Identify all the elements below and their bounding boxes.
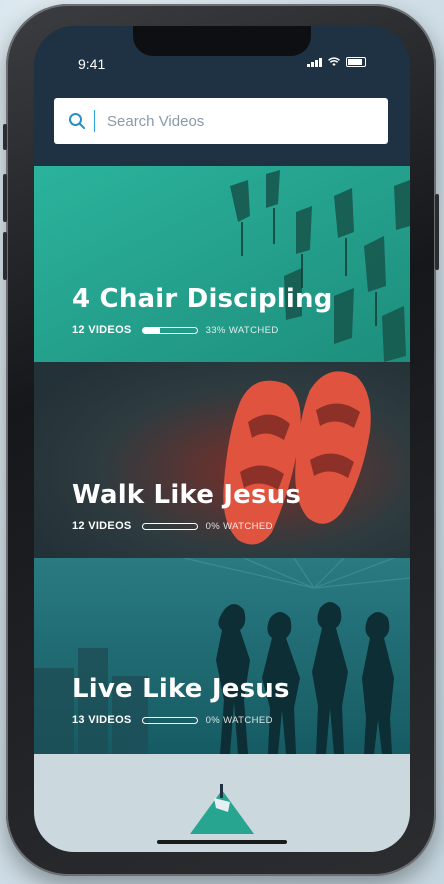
series-card-live-like-jesus[interactable]: Live Like Jesus 13 VIDEOS 0% WATCHED [34,558,410,754]
search-cursor [94,110,95,132]
search-input[interactable] [105,111,349,131]
battery-icon [346,57,366,67]
progress-bar [141,716,198,724]
volume-up-button [3,174,7,222]
watched-label: 0% WATCHED [205,520,273,532]
series-meta: 12 VIDEOS 33% WATCHED [72,324,279,336]
phone-frame: 9:41 Search Videos 4 Chair Discipling 12… [3,4,439,876]
home-indicator [157,840,287,844]
video-count: 12 VIDEOS [72,324,132,336]
wifi-icon [328,57,340,66]
search-icon [69,113,85,129]
screen: 9:41 Search Videos 4 Chair Discipling 12… [34,26,410,852]
series-artwork [190,784,254,834]
silent-switch [3,124,7,150]
cellular-signal-icon [307,57,322,67]
watched-label: 33% WATCHED [205,324,279,336]
series-card-4-chair-discipling[interactable]: 4 Chair Discipling 12 VIDEOS 33% WATCHED [34,166,410,362]
progress-bar [141,326,198,334]
video-count: 12 VIDEOS [72,520,132,532]
progress-fill [142,327,161,333]
watched-label: 0% WATCHED [205,714,273,726]
power-button [435,194,439,270]
series-title: Live Like Jesus [72,674,290,704]
series-card-walk-like-jesus[interactable]: Walk Like Jesus 12 VIDEOS 0% WATCHED [34,362,410,558]
series-meta: 13 VIDEOS 0% WATCHED [72,714,273,726]
status-bar: 9:41 [34,26,410,86]
status-icons [307,57,366,67]
progress-bar [141,522,198,530]
notch [133,26,311,56]
volume-down-button [3,232,7,280]
series-meta: 12 VIDEOS 0% WATCHED [72,520,273,532]
status-time: 9:41 [78,56,106,72]
series-title: Walk Like Jesus [72,480,302,510]
search-bar[interactable] [54,98,388,144]
series-card-partial[interactable] [34,754,410,852]
series-title: 4 Chair Discipling [72,284,333,314]
video-count: 13 VIDEOS [72,714,132,726]
